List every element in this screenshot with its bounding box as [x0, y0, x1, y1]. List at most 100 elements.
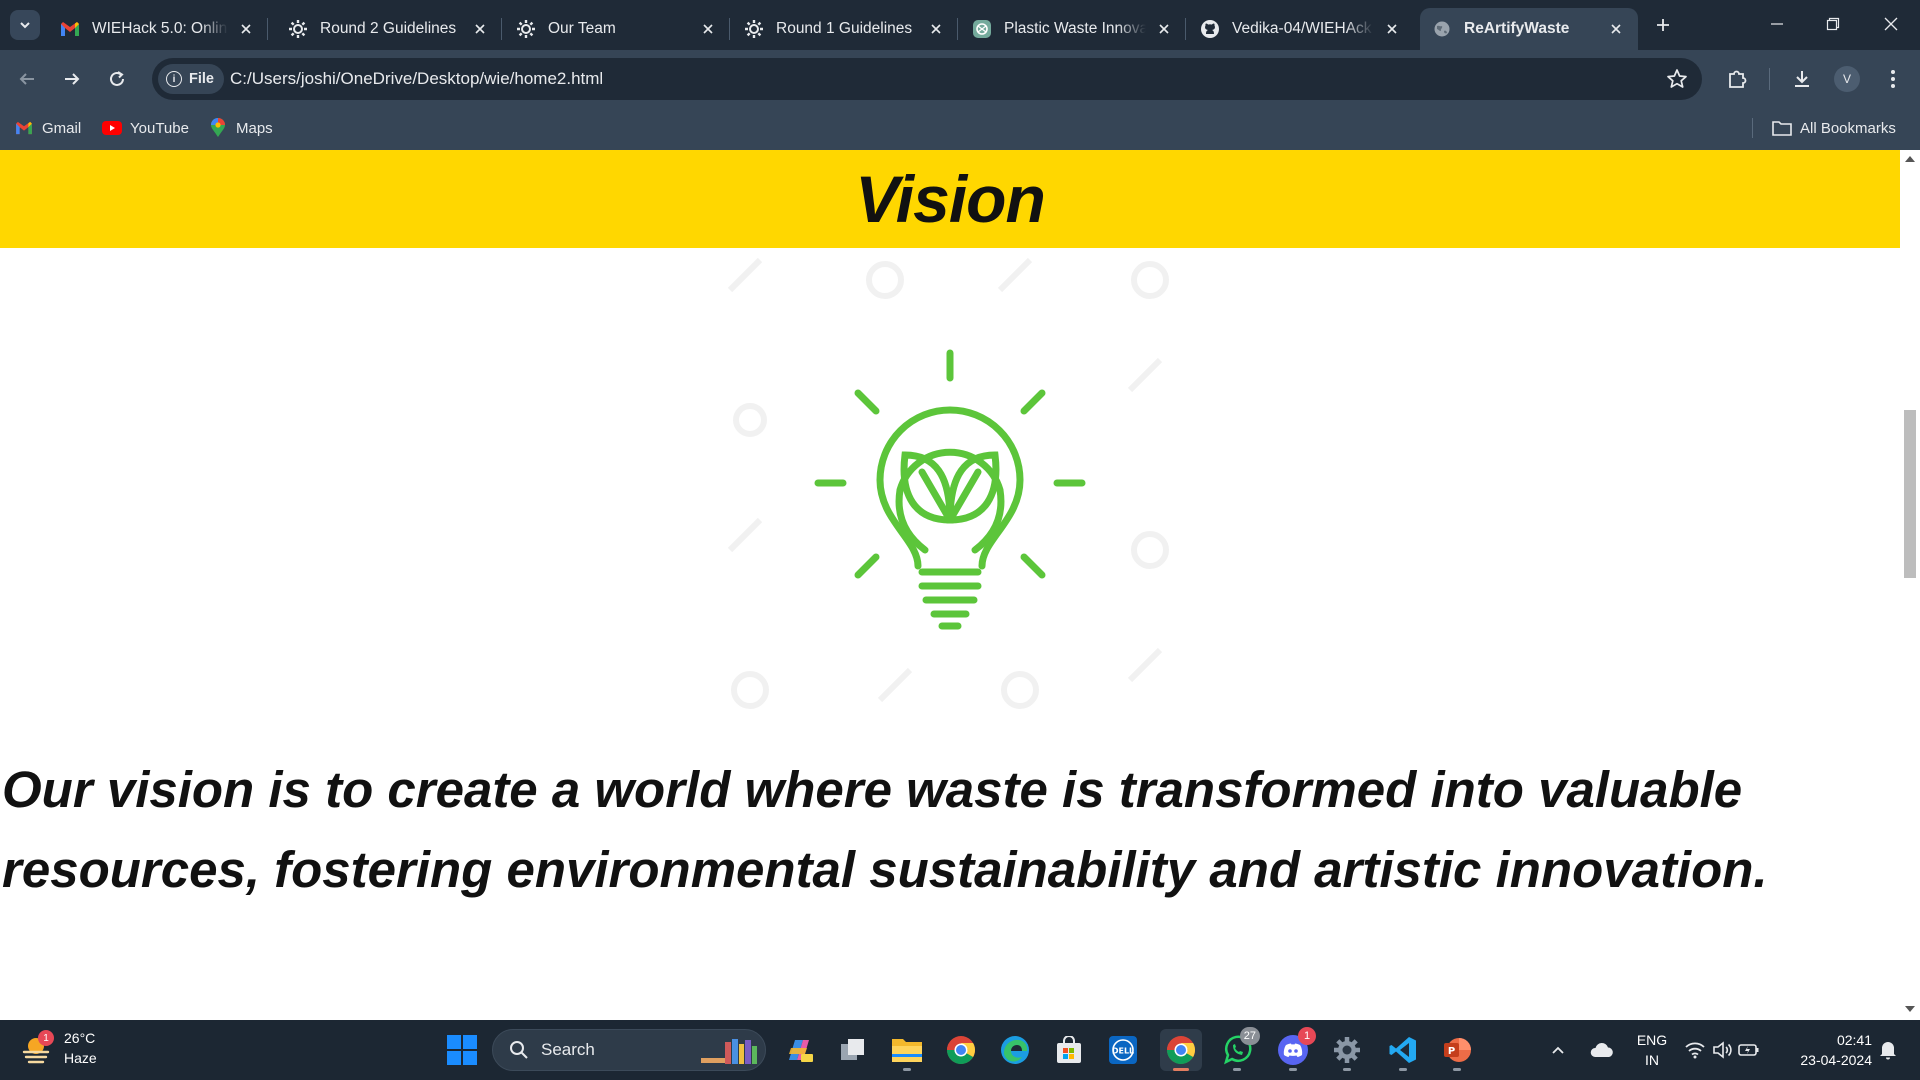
close-icon[interactable] [470, 19, 490, 39]
chrome-app-active[interactable] [1160, 1029, 1202, 1071]
windows-start-icon[interactable] [446, 1034, 478, 1066]
tab-round-1-guidelines[interactable]: Round 1 Guidelines [732, 8, 958, 50]
tab-separator [729, 18, 730, 40]
tab-title: Vedika-04/WIEHAck [1232, 20, 1372, 37]
bookmarks-bar: Gmail YouTube Maps All Bookmarks [0, 108, 1920, 150]
running-indicator [1173, 1068, 1189, 1071]
lightbulb-leaf-icon [727, 257, 1169, 709]
language-code: ENG [1636, 1032, 1668, 1048]
tab-title: Our Team [548, 20, 616, 37]
downloads-button[interactable] [1787, 64, 1817, 94]
minimize-button[interactable] [1748, 0, 1806, 48]
volume-icon [1713, 1041, 1732, 1059]
browser-toolbar: i File C:/Users/joshi/OneDrive/Desktop/w… [0, 50, 1920, 108]
tab-wiehack[interactable]: WIEHack 5.0: Online [48, 8, 268, 50]
star-icon[interactable] [1666, 68, 1688, 90]
bookmark-maps[interactable]: Maps [208, 116, 273, 140]
svg-text:DELL: DELL [1112, 1047, 1134, 1056]
vscode-app[interactable] [1382, 1029, 1424, 1071]
region-code: IN [1645, 1052, 1659, 1068]
tab-title: ReArtifyWaste [1464, 20, 1570, 37]
file-explorer-app[interactable] [886, 1029, 928, 1071]
tab-round-2-guidelines[interactable]: Round 2 Guidelines [276, 8, 502, 50]
bookmarks-divider [1752, 118, 1753, 138]
dell-app[interactable]: DELL [1102, 1029, 1144, 1071]
edge-app[interactable] [994, 1029, 1036, 1071]
weather-widget[interactable]: 1 26°C Haze [20, 1028, 97, 1068]
running-indicator [1233, 1068, 1241, 1071]
close-window-button[interactable] [1862, 0, 1920, 48]
new-tab-button[interactable] [1648, 10, 1678, 40]
back-button[interactable] [12, 64, 42, 94]
notification-badge: 27 [1239, 1027, 1260, 1045]
tab-github-repo[interactable]: Vedika-04/WIEHAck [1188, 8, 1414, 50]
bookmark-gmail[interactable]: Gmail [14, 116, 81, 140]
scroll-thumb[interactable] [1904, 410, 1916, 578]
vscode-icon [1389, 1037, 1416, 1063]
gear-icon [516, 19, 536, 39]
clock[interactable]: 02:41 23-04-2024 [1778, 1030, 1872, 1070]
copilot-app[interactable] [778, 1029, 820, 1071]
url-text[interactable]: C:/Users/joshi/OneDrive/Desktop/wie/home… [230, 69, 603, 89]
folder-icon [1772, 118, 1792, 138]
settings-app[interactable] [1326, 1029, 1368, 1071]
language-indicator[interactable]: ENG IN [1632, 1030, 1672, 1070]
weather-badge: 1 [38, 1030, 54, 1046]
bookmark-label: Gmail [42, 119, 82, 137]
restore-button[interactable] [1804, 0, 1862, 48]
bell-icon [1880, 1042, 1896, 1060]
close-icon[interactable] [1382, 19, 1402, 39]
profile-avatar[interactable]: V [1834, 66, 1860, 92]
close-icon[interactable] [236, 19, 256, 39]
page-viewport: Vision Our vision is to create a world w… [0, 150, 1900, 1020]
powerpoint-app[interactable]: P [1436, 1029, 1478, 1071]
all-bookmarks-button[interactable]: All Bookmarks [1772, 116, 1896, 140]
close-icon[interactable] [698, 19, 718, 39]
store-app[interactable] [1048, 1029, 1090, 1071]
task-view-app[interactable] [832, 1029, 874, 1071]
chrome-app[interactable] [940, 1029, 982, 1071]
tab-strip: WIEHack 5.0: Online Round 2 Guidelines O… [0, 0, 1920, 50]
bookmark-youtube[interactable]: YouTube [102, 116, 189, 140]
reload-icon [110, 71, 124, 86]
toolbar-divider [1769, 68, 1770, 90]
close-icon[interactable] [926, 19, 946, 39]
whatsapp-app[interactable]: 27 [1216, 1027, 1260, 1071]
tab-our-team[interactable]: Our Team [504, 8, 730, 50]
network-volume-battery[interactable] [1680, 1029, 1764, 1071]
copilot-icon [789, 1040, 813, 1062]
extensions-button[interactable] [1722, 64, 1752, 94]
taskbar-search[interactable]: Search [492, 1029, 766, 1071]
page-scrollbar[interactable] [1900, 150, 1920, 1020]
running-indicator [1399, 1068, 1407, 1071]
onedrive-button[interactable] [1586, 1029, 1618, 1071]
gmail-icon [14, 118, 34, 138]
close-icon[interactable] [1154, 19, 1174, 39]
menu-button[interactable] [1878, 64, 1908, 94]
info-icon: i [166, 71, 182, 87]
forward-button[interactable] [57, 64, 87, 94]
scroll-up-icon[interactable] [1905, 156, 1915, 162]
reload-button[interactable] [102, 64, 132, 94]
tab-separator [267, 18, 268, 40]
show-hidden-icons-button[interactable] [1542, 1029, 1574, 1071]
scroll-down-icon[interactable] [1905, 1006, 1915, 1012]
discord-app[interactable]: 1 [1272, 1027, 1316, 1071]
site-info-chip[interactable]: i File [158, 64, 224, 94]
running-indicator [1289, 1068, 1297, 1071]
address-bar[interactable]: i File C:/Users/joshi/OneDrive/Desktop/w… [152, 58, 1702, 100]
close-icon[interactable] [1606, 19, 1626, 39]
all-bookmarks-label: All Bookmarks [1800, 119, 1896, 137]
tab-search-button[interactable] [10, 10, 40, 40]
maps-icon [208, 118, 228, 138]
wifi-icon [1685, 1042, 1705, 1059]
notifications-button[interactable] [1872, 1029, 1904, 1071]
chrome-icon [947, 1036, 975, 1064]
windows-taskbar: 1 26°C Haze Search DELL 27 1 P ENG IN 02… [0, 1020, 1920, 1080]
youtube-icon [102, 118, 122, 138]
tab-plastic-waste[interactable]: Plastic Waste Innova [960, 8, 1186, 50]
weather-haze-icon: 1 [20, 1030, 54, 1064]
tab-reartifywaste[interactable]: ReArtifyWaste [1420, 8, 1638, 50]
gmail-icon [60, 19, 80, 39]
tab-title: Round 1 Guidelines [776, 20, 913, 37]
